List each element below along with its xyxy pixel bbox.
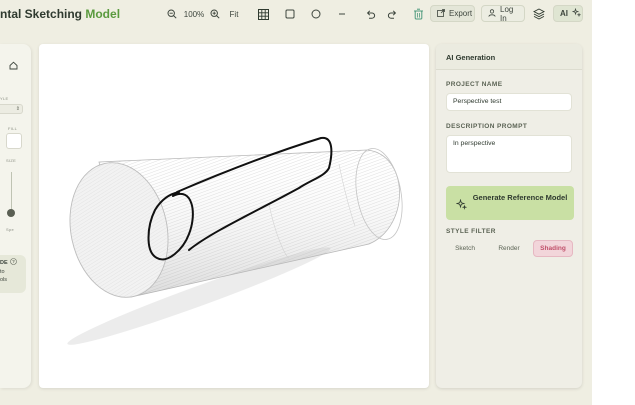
svg-text:?: ? (12, 259, 15, 264)
login-button[interactable]: Log In (481, 4, 525, 23)
grid-icon[interactable] (255, 6, 271, 22)
redo-icon[interactable] (384, 6, 400, 22)
app-title: ntal Sketching Model (0, 7, 120, 21)
app-title-main: ntal Sketching (0, 7, 86, 21)
description-textarea[interactable]: In perspective (446, 135, 572, 173)
app-window: ntal Sketching Model 100% Fit Export Log… (0, 0, 592, 405)
mode-hint-card: DE ? to ols (0, 255, 26, 293)
style-select[interactable]: ⇕ (0, 104, 23, 114)
circle-tool-icon[interactable] (308, 6, 324, 22)
ai-generation-panel: AI Generation PROJECT NAME Perspective t… (436, 44, 582, 388)
trash-icon[interactable] (410, 6, 426, 22)
zoom-out-icon[interactable] (164, 6, 180, 22)
style-label: YLE (0, 96, 9, 101)
size-label: SIZE (6, 158, 17, 163)
zoom-level: 100% (183, 9, 205, 19)
filter-sketch[interactable]: Sketch (446, 240, 484, 257)
speed-label: Spe (6, 227, 15, 232)
hint-title: DE (0, 260, 8, 266)
app-title-accent: Model (85, 7, 121, 21)
rectangle-tool-icon[interactable] (282, 6, 298, 22)
home-icon[interactable] (9, 57, 18, 75)
project-name-input[interactable]: Perspective test (446, 93, 572, 111)
hint-line-2: ols (0, 277, 8, 283)
sparkles-icon (455, 197, 468, 215)
top-toolbar: ntal Sketching Model 100% Fit Export Log… (0, 0, 592, 28)
fill-color-swatch[interactable] (6, 133, 22, 149)
export-label: Export (449, 9, 473, 18)
export-button[interactable]: Export (430, 5, 475, 22)
description-value: In perspective (453, 140, 496, 147)
size-slider-track[interactable] (11, 172, 12, 210)
export-icon (437, 8, 445, 19)
left-tool-panel: YLE ⇕ FILL SIZE Spe DE ? to ols (0, 44, 31, 388)
ai-button[interactable]: AI (553, 5, 583, 22)
fill-label: FILL (8, 126, 18, 131)
drawing-canvas[interactable] (39, 44, 429, 388)
user-icon (488, 8, 496, 19)
layers-icon[interactable] (531, 6, 547, 22)
chevron-updown-icon: ⇕ (15, 106, 20, 112)
login-label: Log In (500, 4, 514, 23)
project-name-value: Perspective test (453, 98, 502, 105)
size-slider-thumb[interactable] (7, 209, 15, 217)
project-name-label: PROJECT NAME (446, 81, 503, 88)
filter-render[interactable]: Render (490, 240, 528, 257)
generate-reference-label: Generate Reference Model (472, 193, 568, 202)
fit-button[interactable]: Fit (227, 6, 241, 22)
sparkles-icon (571, 7, 582, 19)
panel-title: AI Generation (446, 53, 496, 62)
panel-header: AI Generation (436, 44, 582, 70)
canvas-drawing (67, 136, 403, 345)
hint-line-1: to (0, 269, 5, 275)
line-tool-icon[interactable] (334, 6, 350, 22)
zoom-in-icon[interactable] (207, 6, 223, 22)
generate-reference-button[interactable]: Generate Reference Model (446, 186, 574, 220)
style-filter-label: STYLE FILTER (446, 228, 496, 235)
filter-shading[interactable]: Shading (533, 240, 573, 257)
undo-icon[interactable] (362, 6, 378, 22)
help-icon[interactable]: ? (9, 258, 17, 268)
description-label: DESCRIPTION PROMPT (446, 123, 528, 130)
ai-label: AI (560, 9, 568, 18)
